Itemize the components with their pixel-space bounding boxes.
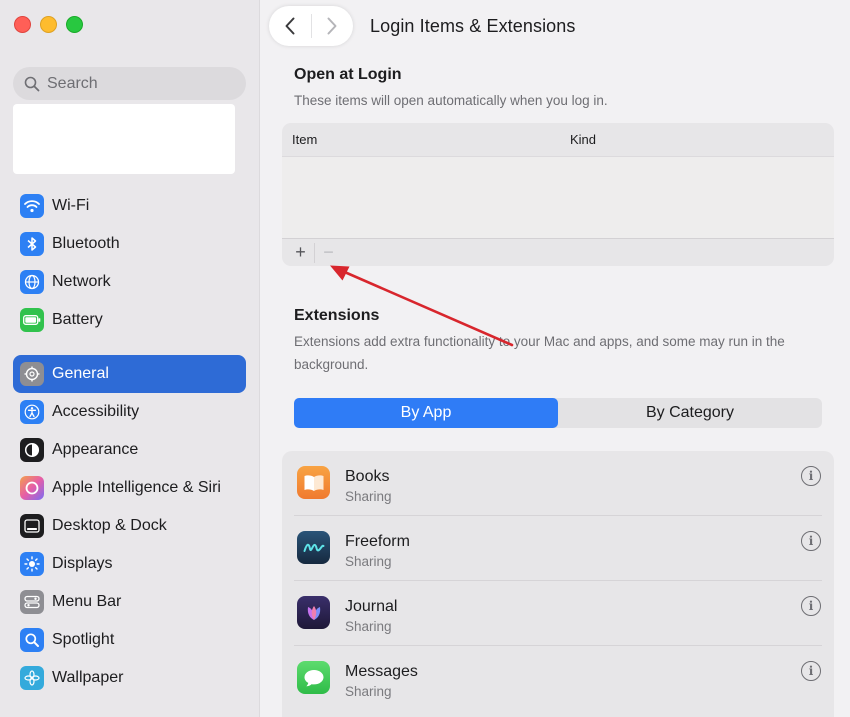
sidebar-item-appearance[interactable]: Appearance	[13, 431, 246, 469]
sidebar-item-label: Appearance	[52, 441, 139, 458]
add-login-item-button[interactable]: +	[287, 241, 314, 265]
chevron-left-icon	[285, 17, 295, 35]
app-name: Journal	[345, 598, 398, 615]
sidebar-item-label: Apple Intelligence & Siri	[52, 479, 221, 496]
extensions-app-list: Books Sharing i Freeform Sharing i Journ…	[282, 451, 834, 717]
minimize-window-button[interactable]	[40, 16, 57, 33]
sidebar-group-connectivity: Wi-Fi Bluetooth Network Battery	[13, 187, 246, 339]
list-item[interactable]: Freeform Sharing i	[282, 516, 834, 581]
list-item[interactable]: Messages Sharing i	[282, 646, 834, 711]
login-items-table: Item Kind + −	[282, 123, 834, 266]
list-item[interactable]: Journal Sharing i	[282, 581, 834, 646]
zoom-window-button[interactable]	[66, 16, 83, 33]
sidebar-item-spotlight[interactable]: Spotlight	[13, 621, 246, 659]
extensions-heading: Extensions	[294, 307, 380, 324]
search-input[interactable]	[47, 74, 227, 93]
books-icon	[297, 466, 330, 499]
chevron-right-icon	[327, 17, 337, 35]
list-item[interactable]: Books Sharing i	[282, 451, 834, 516]
close-window-button[interactable]	[14, 16, 31, 33]
sidebar-item-label: Menu Bar	[52, 593, 122, 610]
open-at-login-description: These items will open automatically when…	[294, 93, 608, 108]
extensions-description-line: background.	[294, 357, 369, 372]
account-card[interactable]	[13, 104, 235, 174]
siri-icon	[20, 476, 44, 500]
search-icon	[24, 76, 40, 91]
sidebar-item-label: Desktop & Dock	[52, 517, 167, 534]
messages-icon	[297, 661, 330, 694]
column-header-kind[interactable]: Kind	[570, 132, 596, 147]
wifi-icon	[20, 194, 44, 218]
spotlight-icon	[20, 628, 44, 652]
window-controls	[14, 16, 83, 33]
sidebar-item-wallpaper[interactable]: Wallpaper	[13, 659, 246, 697]
wallpaper-icon	[20, 666, 44, 690]
segment-by-app[interactable]: By App	[294, 398, 558, 428]
sidebar-item-menu-bar[interactable]: Menu Bar	[13, 583, 246, 621]
back-button[interactable]	[269, 6, 311, 46]
journal-icon	[297, 596, 330, 629]
extensions-description-line: Extensions add extra functionality to yo…	[294, 334, 785, 349]
info-button[interactable]: i	[801, 466, 821, 486]
app-name: Books	[345, 468, 390, 485]
battery-icon	[20, 308, 44, 332]
main-content: Login Items & Extensions Open at Login T…	[261, 0, 850, 717]
extensions-description: Extensions add extra functionality to yo…	[294, 330, 785, 376]
globe-icon	[20, 270, 44, 294]
sidebar-item-accessibility[interactable]: Accessibility	[13, 393, 246, 431]
bluetooth-icon	[20, 232, 44, 256]
sidebar-item-wifi[interactable]: Wi-Fi	[13, 187, 246, 225]
sidebar-item-network[interactable]: Network	[13, 263, 246, 301]
sidebar-item-bluetooth[interactable]: Bluetooth	[13, 225, 246, 263]
sun-icon	[20, 552, 44, 576]
navigation-controls	[269, 6, 353, 46]
sidebar-item-label: Wi-Fi	[52, 197, 90, 214]
remove-login-item-button[interactable]: −	[315, 241, 342, 265]
app-name: Freeform	[345, 533, 410, 550]
sidebar-item-label: Bluetooth	[52, 235, 120, 252]
column-header-item[interactable]: Item	[292, 132, 317, 147]
app-extension-type: Sharing	[345, 684, 392, 699]
sidebar-item-apple-intelligence-siri[interactable]: Apple Intelligence & Siri	[13, 469, 246, 507]
login-items-list[interactable]	[282, 156, 834, 238]
app-extension-type: Sharing	[345, 554, 392, 569]
page-title: Login Items & Extensions	[370, 16, 576, 36]
sidebar-group-system: General Accessibility Appearance Apple I…	[13, 355, 246, 697]
search-field[interactable]	[13, 67, 246, 100]
sidebar-item-label: Battery	[52, 311, 103, 328]
sidebar-item-label: Accessibility	[52, 403, 140, 420]
app-extension-type: Sharing	[345, 489, 392, 504]
accessibility-icon	[20, 400, 44, 424]
sidebar-item-displays[interactable]: Displays	[13, 545, 246, 583]
sidebar-item-label: General	[52, 365, 109, 382]
app-name: Messages	[345, 663, 418, 680]
dock-icon	[20, 514, 44, 538]
segment-by-category[interactable]: By Category	[558, 398, 822, 428]
sidebar-item-desktop-dock[interactable]: Desktop & Dock	[13, 507, 246, 545]
sidebar-item-battery[interactable]: Battery	[13, 301, 246, 339]
sidebar-item-label: Wallpaper	[52, 669, 124, 686]
menu-bar-icon	[20, 590, 44, 614]
sidebar: Wi-Fi Bluetooth Network Battery Gener	[0, 0, 260, 717]
gear-icon	[20, 362, 44, 386]
table-footer: + −	[282, 238, 834, 266]
sidebar-item-general[interactable]: General	[13, 355, 246, 393]
sidebar-item-label: Network	[52, 273, 111, 290]
app-extension-type: Sharing	[345, 619, 392, 634]
freeform-icon	[297, 531, 330, 564]
sidebar-item-label: Displays	[52, 555, 113, 572]
table-header: Item Kind	[282, 123, 834, 156]
info-button[interactable]: i	[801, 531, 821, 551]
info-button[interactable]: i	[801, 661, 821, 681]
forward-button[interactable]	[311, 6, 353, 46]
extensions-view-segmented-control: By App By Category	[294, 398, 822, 428]
appearance-icon	[20, 438, 44, 462]
open-at-login-heading: Open at Login	[294, 66, 402, 83]
sidebar-item-label: Spotlight	[52, 631, 115, 648]
info-button[interactable]: i	[801, 596, 821, 616]
